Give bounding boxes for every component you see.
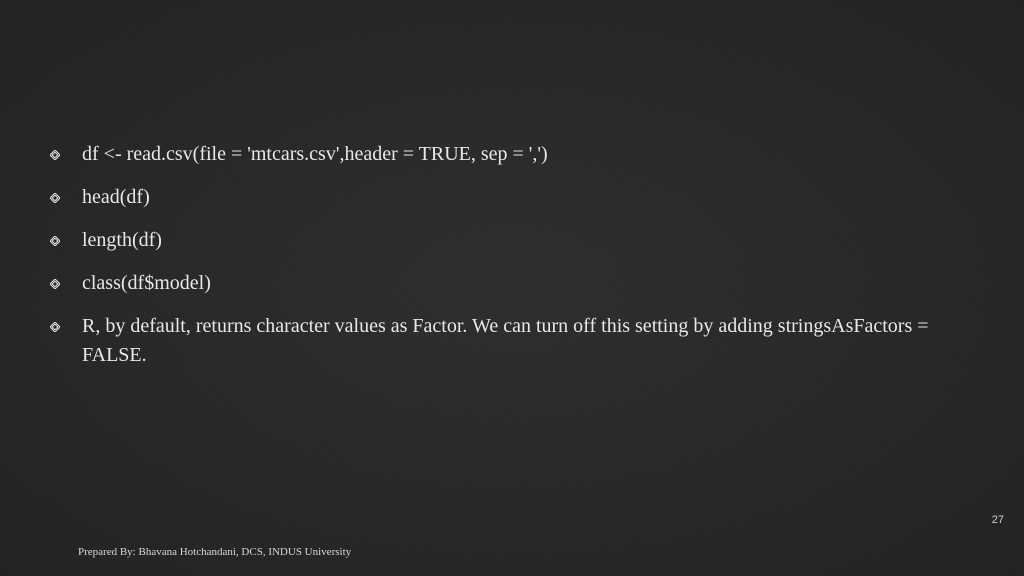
- diamond-bullet-icon: [50, 150, 60, 160]
- list-item: length(df): [50, 226, 964, 255]
- slide-content: df <- read.csv(file = 'mtcars.csv',heade…: [50, 140, 964, 384]
- list-item: R, by default, returns character values …: [50, 312, 964, 370]
- list-item-text: class(df$model): [82, 269, 964, 298]
- list-item: df <- read.csv(file = 'mtcars.csv',heade…: [50, 140, 964, 169]
- diamond-bullet-icon: [50, 193, 60, 203]
- list-item-text: length(df): [82, 226, 964, 255]
- page-number: 27: [992, 514, 1004, 526]
- list-item-text: head(df): [82, 183, 964, 212]
- diamond-bullet-icon: [50, 236, 60, 246]
- diamond-bullet-icon: [50, 279, 60, 289]
- list-item: head(df): [50, 183, 964, 212]
- list-item-text: R, by default, returns character values …: [82, 312, 964, 370]
- list-item: class(df$model): [50, 269, 964, 298]
- list-item-text: df <- read.csv(file = 'mtcars.csv',heade…: [82, 140, 964, 169]
- diamond-bullet-icon: [50, 322, 60, 332]
- footer-text: Prepared By: Bhavana Hotchandani, DCS, I…: [78, 546, 351, 558]
